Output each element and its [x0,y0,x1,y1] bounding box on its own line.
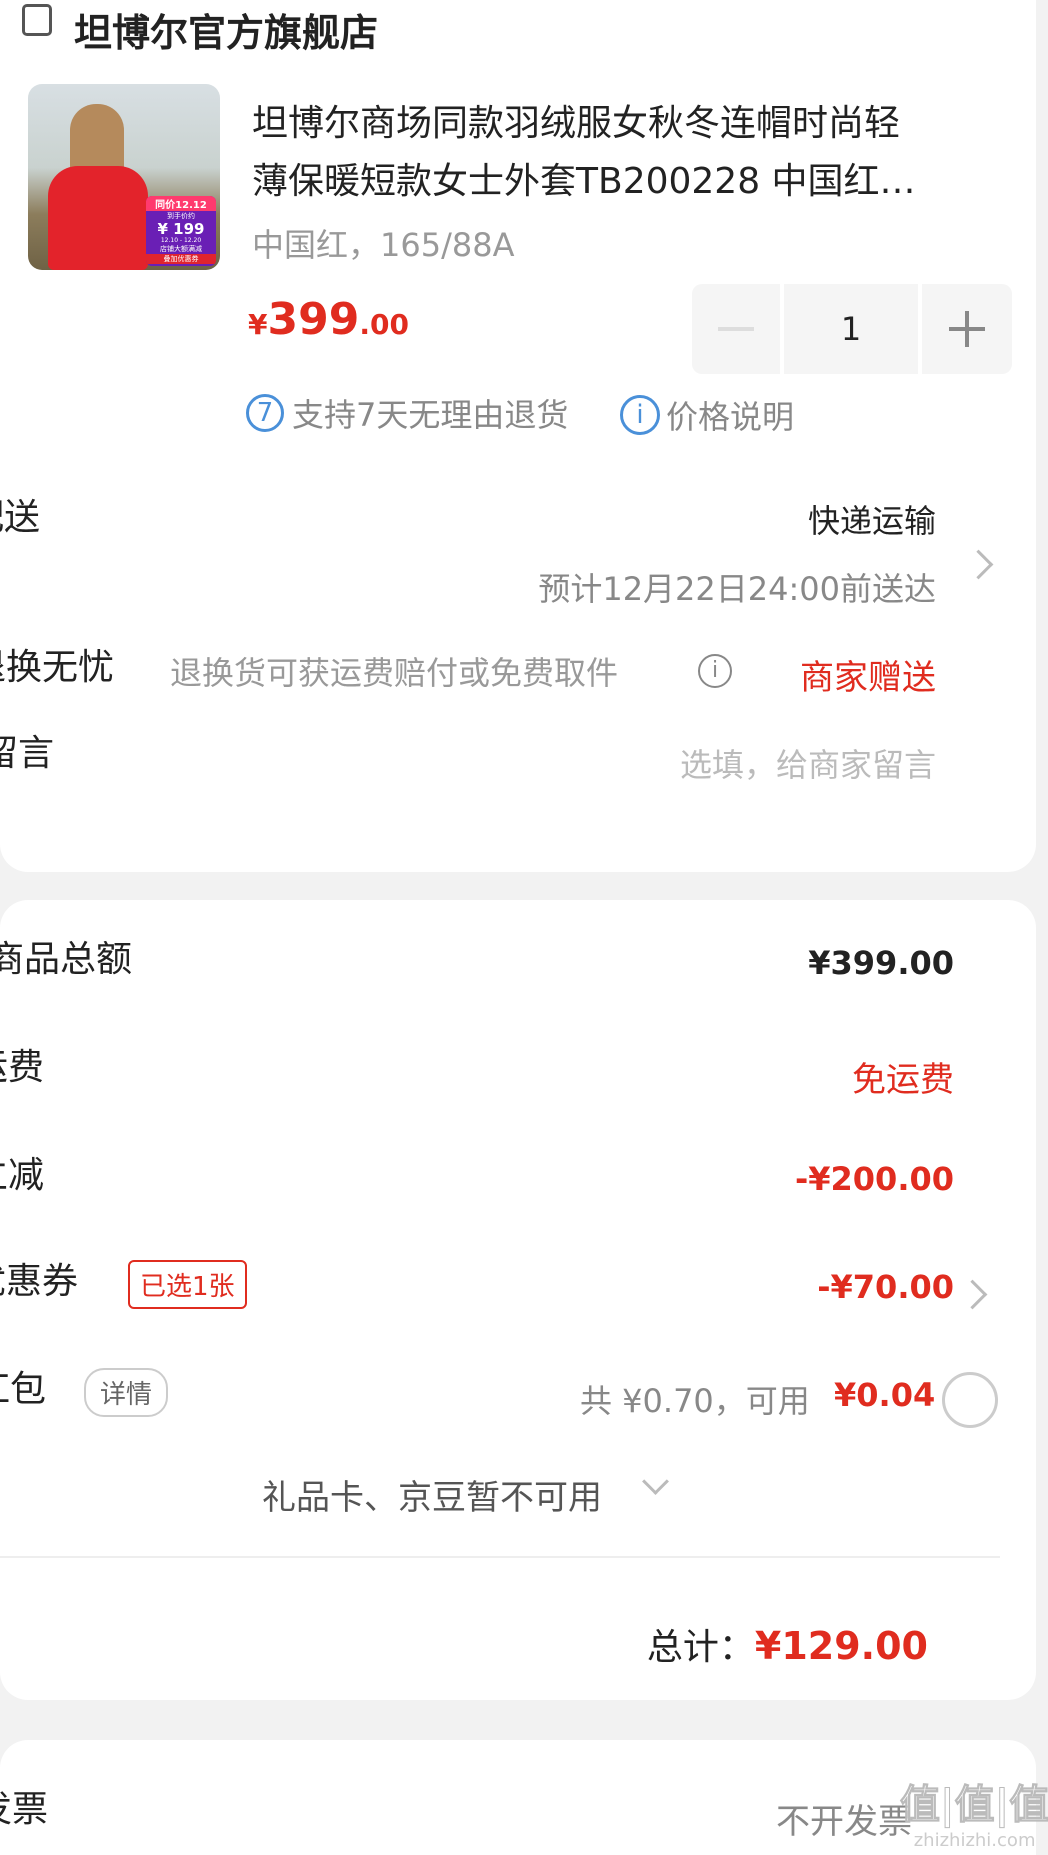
discount-value: -¥200.00 [794,1160,954,1198]
seven-day-icon: 7 [246,394,284,432]
store-name[interactable]: 坦博尔官方旗舰店 [74,2,378,57]
shipping-label: 运费 [0,1047,45,1088]
badge-date: 12.10 - 12.20 [160,237,202,244]
total-row: 总计：¥129.00 [647,1618,928,1670]
chevron-down-icon [642,1468,669,1495]
delivery-method: 快递运输 [807,502,936,540]
coupon-label: 优惠券 [0,1261,79,1302]
order-screen: 坦博尔官方旗舰店 同价12.12 到手价约 ¥ 199 12.10 - 12.2… [0,0,1048,1855]
quantity-stepper: 1 [692,284,1012,374]
redpacket-usable: ¥0.04 [834,1376,936,1414]
watermark-site: zhizhizhi.com [913,1830,1036,1851]
product-price: ¥399.00 [248,294,409,345]
watermark: 值|值|值 zhizhizhi.com [899,1772,1048,1852]
invoice-value: 不开发票 [776,1802,912,1842]
coupon-chevron-icon [957,1279,988,1310]
badge-bottom2: 叠加优惠券 [146,254,216,264]
price-dec: .00 [359,308,409,341]
price-int: 399 [267,294,360,345]
increase-button[interactable] [922,284,1012,374]
return-guarantee[interactable]: 7 支持7天无理由退货 [246,390,568,436]
product-spec[interactable]: 中国红，165/88A [252,220,514,266]
product-title-line2[interactable]: 薄保暖短款女士外套TB200228 中国红… [252,152,916,204]
message-input[interactable]: 选填，给商家留言 [680,740,936,786]
store-icon [22,4,52,36]
worry-free-desc: 退换货可获运费赔付或免费取件 [170,654,619,692]
goods-total-label: 商品总额 [0,939,133,980]
coupon-tag: 已选1张 [128,1260,247,1309]
watermark-logo: 值|值|值 [899,1782,1048,1829]
product-card: 坦博尔官方旗舰店 同价12.12 到手价约 ¥ 199 12.10 - 12.2… [0,0,1036,872]
giftcard-text: 礼品卡、京豆暂不可用 [262,1478,602,1518]
product-thumbnail[interactable]: 同价12.12 到手价约 ¥ 199 12.10 - 12.20 店铺大额满减 … [28,84,220,270]
shipping-value: 免运费 [852,1060,954,1100]
redpacket-detail-button[interactable]: 详情 [84,1368,169,1417]
goods-total-value: ¥399.00 [808,944,954,982]
delivery-chevron-icon [963,549,994,580]
promo-badge: 同价12.12 到手价约 ¥ 199 12.10 - 12.20 店铺大额满减 … [146,196,216,266]
price-info-text: 价格说明 [666,398,795,436]
worry-free-info-icon[interactable]: i [698,654,732,688]
plus-icon-v [965,311,969,347]
redpacket-label: 红包 [0,1369,47,1410]
redpacket-radio[interactable] [942,1372,998,1428]
invoice-card[interactable]: 发票 不开发票 [0,1740,1036,1855]
delivery-eta: 预计12月22日24:00前送达 [538,570,936,608]
coupon-value: -¥70.00 [817,1268,954,1306]
badge-price: ¥ 199 [157,220,205,238]
model-jacket [48,166,148,270]
return-guarantee-text: 支持7天无理由退货 [292,396,569,434]
price-info[interactable]: i 价格说明 [620,392,794,438]
total-label: 总计： [646,1627,755,1668]
badge-top: 同价12.12 [146,196,216,211]
worry-free-label: 退换无忧 [0,647,115,688]
message-label: 留言 [0,733,55,774]
worry-free-value: 商家赠送 [800,658,936,698]
info-icon: i [620,395,660,435]
product-title-line1[interactable]: 坦博尔商场同款羽绒服女秋冬连帽时尚轻 [252,94,900,146]
decrease-button[interactable] [692,284,780,374]
total-value: ¥129.00 [754,1624,928,1668]
price-symbol: ¥ [248,308,268,341]
summary-divider [0,1556,1000,1558]
quantity-input[interactable]: 1 [784,284,918,374]
invoice-label: 发票 [0,1789,49,1830]
redpacket-total: 共 ¥0.70，可用 [580,1382,810,1420]
summary-card: 商品总额 ¥399.00 运费 免运费 立减 -¥200.00 优惠券 已选1张… [0,900,1036,1700]
discount-label: 立减 [0,1155,45,1196]
badge-bottom1: 店铺大额满减 [160,245,202,253]
minus-icon [718,327,754,331]
delivery-label: 配送 [0,497,41,538]
